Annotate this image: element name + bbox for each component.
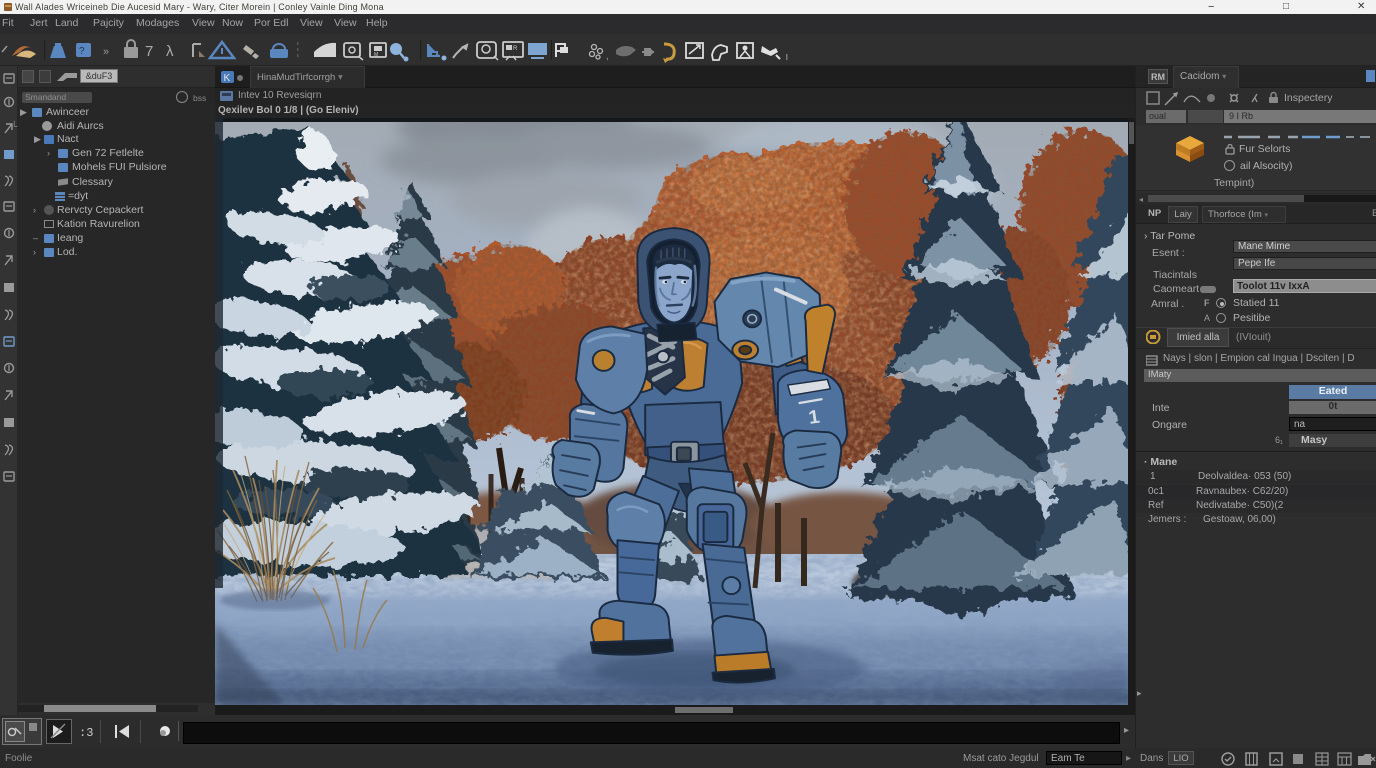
svg-text:,: , <box>606 51 609 62</box>
svg-text:»: » <box>103 46 109 58</box>
svg-text:R: R <box>513 46 518 52</box>
svg-text::3: :3 <box>79 726 93 740</box>
svg-text:λ: λ <box>166 43 174 60</box>
svg-text:?: ? <box>79 46 85 57</box>
svg-text:M: M <box>374 52 378 58</box>
svg-text:K: K <box>224 73 231 84</box>
svg-text:7: 7 <box>145 43 153 60</box>
